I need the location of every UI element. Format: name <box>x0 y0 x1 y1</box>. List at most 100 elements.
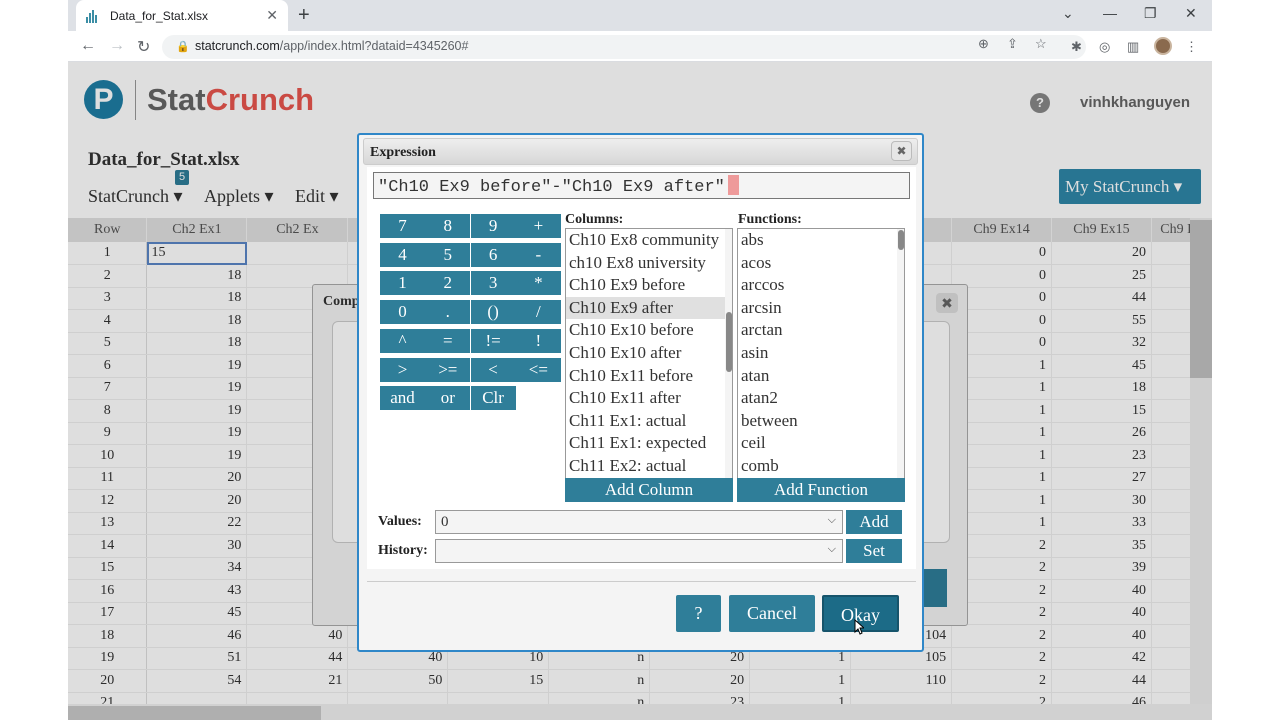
table-cell[interactable]: 44 <box>246 647 349 670</box>
column-list-item[interactable]: Ch11 Ex1: actual <box>566 410 732 433</box>
key-clear[interactable]: Clr <box>470 386 516 411</box>
vscroll-thumb[interactable] <box>1190 220 1212 378</box>
table-cell[interactable]: n <box>548 669 651 693</box>
key-power[interactable]: ^ <box>380 328 425 353</box>
function-list-item[interactable]: asin <box>738 342 904 365</box>
key-4[interactable]: 4 <box>380 242 425 267</box>
column-list-item[interactable]: Ch10 Ex10 after <box>566 342 732 365</box>
functions-scrollbar[interactable] <box>897 229 904 479</box>
table-cell[interactable]: 33 <box>1051 512 1152 535</box>
key-2[interactable]: 2 <box>425 271 471 296</box>
table-cell[interactable]: 30 <box>146 534 248 558</box>
minimize-button[interactable]: — <box>1103 5 1117 21</box>
table-cell[interactable]: 45 <box>1051 354 1152 378</box>
set-history-button[interactable]: Set <box>846 539 902 563</box>
table-cell[interactable]: 15 <box>1051 399 1152 423</box>
table-cell[interactable]: 43 <box>146 579 248 603</box>
key-multiply[interactable]: * <box>515 271 561 296</box>
table-cell[interactable]: 1 <box>749 669 852 693</box>
expression-input[interactable]: "Ch10 Ex9 before"-"Ch10 Ex9 after" <box>373 172 910 199</box>
table-cell[interactable]: 18 <box>146 309 248 333</box>
table-cell[interactable]: 40 <box>1051 624 1152 648</box>
table-cell[interactable]: 45 <box>146 602 248 625</box>
key-divide[interactable]: / <box>515 300 561 325</box>
table-cell[interactable]: 18 <box>1051 377 1152 400</box>
function-list-item[interactable]: atan <box>738 365 904 388</box>
expression-close-icon[interactable]: ✖ <box>891 141 912 161</box>
column-list-item[interactable]: Ch10 Ex8 community <box>566 229 732 252</box>
column-header[interactable]: Ch9 Ex15 <box>1051 218 1152 242</box>
username[interactable]: vinhkhanguyen <box>1080 94 1190 111</box>
column-list-item[interactable]: Ch10 Ex9 after <box>566 296 732 320</box>
functions-list[interactable]: abs acos arccos arcsin arctan asin atan atan2 be… <box>737 228 905 480</box>
key-or[interactable]: or <box>425 386 471 411</box>
key-less-equal[interactable]: <= <box>515 357 561 382</box>
table-cell[interactable]: 22 <box>146 512 248 535</box>
table-cell[interactable]: 30 <box>1051 489 1152 513</box>
key-6[interactable]: 6 <box>470 242 516 267</box>
menu-edit[interactable]: Edit ▾ <box>295 186 339 207</box>
new-tab-button[interactable]: + <box>298 4 310 27</box>
function-list-item[interactable]: arcsin <box>738 297 904 320</box>
table-cell[interactable]: 18 <box>146 287 248 310</box>
column-list-item[interactable]: Ch10 Ex11 before <box>566 365 732 388</box>
key-8[interactable]: 8 <box>425 214 471 238</box>
table-cell[interactable]: 20 <box>146 467 248 490</box>
table-cell[interactable]: 26 <box>1051 422 1152 445</box>
table-cell[interactable]: 110 <box>850 669 953 693</box>
restore-button[interactable]: ❐ <box>1144 5 1157 22</box>
table-cell[interactable]: 40 <box>1051 602 1152 625</box>
tab-close-icon[interactable]: ✕ <box>266 7 278 24</box>
column-list-item[interactable]: Ch10 Ex10 before <box>566 319 732 342</box>
key-9[interactable]: 9 <box>470 214 516 238</box>
cancel-button[interactable]: Cancel <box>729 595 815 632</box>
table-cell[interactable]: 39 <box>1051 557 1152 580</box>
table-cell[interactable]: 44 <box>1051 287 1152 310</box>
table-cell[interactable]: 46 <box>146 624 248 648</box>
zoom-icon[interactable]: ⊕ <box>978 36 989 52</box>
key-equals[interactable]: = <box>425 328 471 353</box>
function-list-item[interactable]: atan2 <box>738 387 904 410</box>
column-list-item[interactable]: Ch10 Ex11 after <box>566 387 732 410</box>
help-icon[interactable]: ? <box>1030 93 1050 113</box>
help-button[interactable]: ? <box>676 595 721 632</box>
menu-kebab-icon[interactable]: ⋮ <box>1185 39 1199 54</box>
table-cell[interactable]: 20 <box>649 669 751 693</box>
function-list-item[interactable]: between <box>738 410 904 433</box>
function-list-item[interactable]: acos <box>738 252 904 275</box>
column-header[interactable]: Ch9 Ex14 <box>951 218 1053 242</box>
share-icon[interactable]: ⇪ <box>1007 36 1018 52</box>
forward-icon[interactable]: → <box>109 37 125 55</box>
bookmark-star-icon[interactable]: ☆ <box>1035 36 1047 52</box>
table-cell[interactable]: 0 <box>951 242 1053 265</box>
column-list-item[interactable]: Ch11 Ex1: expected <box>566 432 732 455</box>
key-1[interactable]: 1 <box>380 271 425 296</box>
table-cell[interactable]: 35 <box>1051 534 1152 558</box>
table-cell[interactable]: 40 <box>1051 579 1152 603</box>
function-list-item[interactable]: comb <box>738 455 904 478</box>
key-greater-equal[interactable]: >= <box>425 357 471 382</box>
table-cell[interactable]: 55 <box>1051 309 1152 333</box>
key-not-equal[interactable]: != <box>470 328 516 353</box>
profile-avatar[interactable] <box>1154 37 1172 55</box>
table-cell[interactable] <box>246 242 349 265</box>
table-cell[interactable]: 15 <box>447 669 550 693</box>
history-select[interactable]: ⌵ <box>435 539 843 563</box>
table-cell[interactable]: 23 <box>1051 444 1152 468</box>
table-cell[interactable]: 20 <box>146 489 248 513</box>
values-select[interactable]: 0 ⌵ <box>435 510 843 534</box>
function-list-item[interactable]: arccos <box>738 274 904 297</box>
table-cell[interactable]: 19 <box>146 422 248 445</box>
url-field[interactable]: 🔒 statcrunch.com/app/index.html?dataid=4… <box>162 35 1086 59</box>
columns-scrollbar[interactable] <box>725 229 732 479</box>
compute-dialog-close-icon[interactable]: ✖ <box>936 293 958 313</box>
table-cell[interactable]: 51 <box>146 647 248 670</box>
table-cell[interactable]: 19 <box>146 444 248 468</box>
table-cell[interactable]: 54 <box>146 669 248 693</box>
key-plus[interactable]: + <box>515 214 561 238</box>
key-0[interactable]: 0 <box>380 300 425 325</box>
my-statcrunch-button[interactable]: My StatCrunch ▾ <box>1059 169 1201 204</box>
function-list-item[interactable]: abs <box>738 229 904 252</box>
key-parentheses[interactable]: () <box>470 300 516 325</box>
media-icon[interactable]: ◎ <box>1099 39 1113 54</box>
